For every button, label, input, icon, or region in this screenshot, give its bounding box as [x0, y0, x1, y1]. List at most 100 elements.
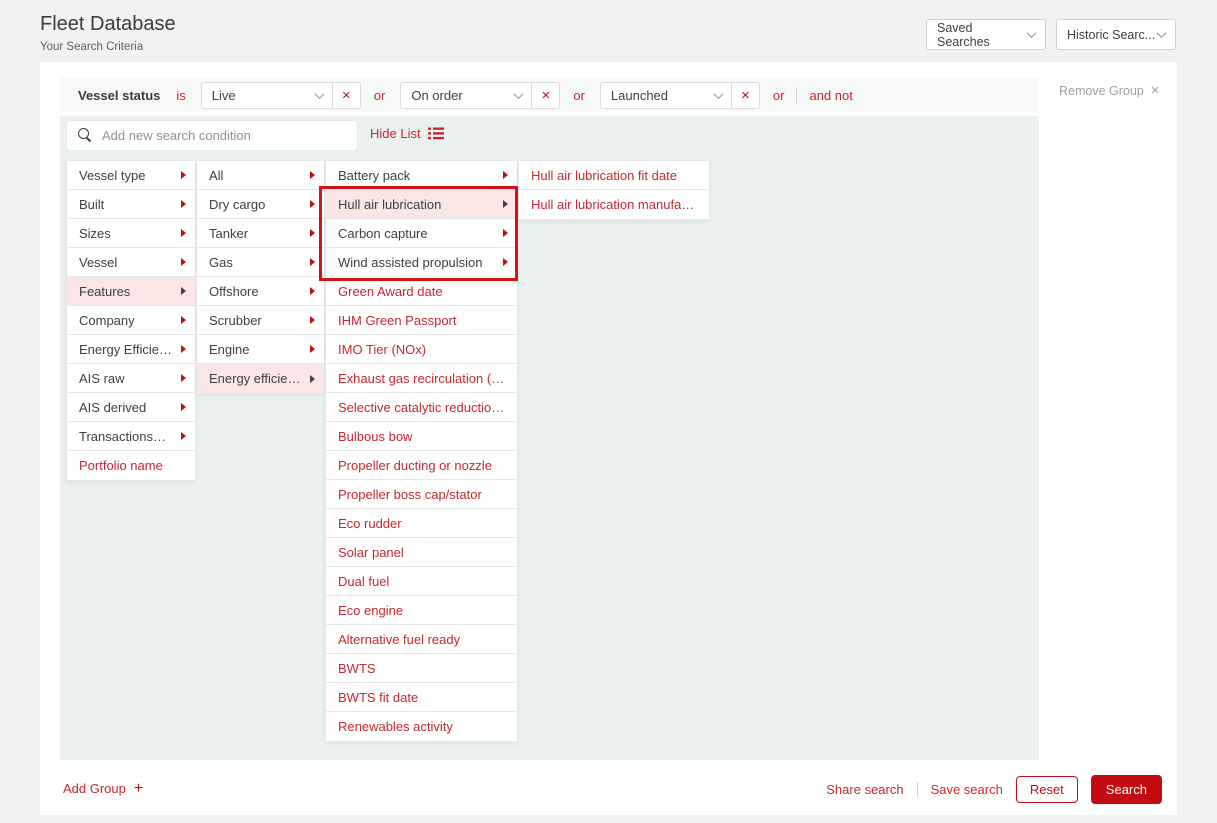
menu-item-company[interactable]: Company: [67, 306, 195, 335]
menu-item-label: Hull air lubrication: [338, 197, 441, 212]
share-search-link[interactable]: Share search: [826, 782, 903, 797]
menu-item-hull-air-lubrication-manufacturer[interactable]: Hull air lubrication manufacturer: [519, 190, 709, 219]
submenu-arrow-icon: [310, 316, 315, 324]
submenu-arrow-icon: [310, 258, 315, 266]
submenu-arrow-icon: [181, 287, 186, 295]
menu-item-vessel-type[interactable]: Vessel type: [67, 161, 195, 190]
submenu-arrow-icon: [310, 171, 315, 179]
value-select-1[interactable]: Live ×: [201, 82, 361, 109]
menu-item-label: Features: [79, 284, 130, 299]
menu-item-energy-efficiency[interactable]: Energy efficiency: [197, 364, 324, 393]
menu-item-solar-panel[interactable]: Solar panel: [326, 538, 517, 567]
menu-item-ais-derived[interactable]: AIS derived: [67, 393, 195, 422]
remove-value-3-button[interactable]: ×: [732, 83, 759, 108]
submenu-arrow-icon: [181, 345, 186, 353]
menu-item-selective-catalytic-reduction-scr[interactable]: Selective catalytic reduction (SCR): [326, 393, 517, 422]
historic-searches-dropdown[interactable]: Historic Searc...: [1056, 19, 1176, 50]
add-group-button[interactable]: Add Group +: [63, 781, 143, 796]
submenu-arrow-icon: [181, 229, 186, 237]
search-icon: [78, 128, 93, 143]
submenu-arrow-icon: [181, 374, 186, 382]
search-button[interactable]: Search: [1091, 775, 1162, 804]
menu-item-label: Eco engine: [338, 603, 403, 618]
submenu-arrow-icon: [181, 171, 186, 179]
value-select-3[interactable]: Launched ×: [600, 82, 760, 109]
menu-item-engine[interactable]: Engine: [197, 335, 324, 364]
menu-item-bwts-fit-date[interactable]: BWTS fit date: [326, 683, 517, 712]
chevron-down-icon: [314, 89, 324, 99]
menu-item-bulbous-bow[interactable]: Bulbous bow: [326, 422, 517, 451]
criteria-operator[interactable]: is: [176, 88, 185, 103]
remove-group-button[interactable]: Remove Group ×: [1059, 84, 1160, 98]
menu-item-tanker[interactable]: Tanker: [197, 219, 324, 248]
divider: [917, 782, 918, 797]
menu-item-dry-cargo[interactable]: Dry cargo: [197, 190, 324, 219]
menu-item-features[interactable]: Features: [67, 277, 195, 306]
menu-item-eco-engine[interactable]: Eco engine: [326, 596, 517, 625]
menu-item-carbon-capture[interactable]: Carbon capture: [326, 219, 517, 248]
and-not-link[interactable]: and not: [809, 88, 852, 103]
search-condition-box: [66, 120, 358, 151]
menu-item-transactions[interactable]: TransactionsNew: [67, 422, 195, 451]
value-select-2-value: On order: [401, 88, 515, 103]
plus-icon: +: [134, 782, 143, 795]
menu-item-portfolio-name[interactable]: Portfolio name: [67, 451, 195, 480]
menu-item-exhaust-gas-recirculation-egr[interactable]: Exhaust gas recirculation (EGR): [326, 364, 517, 393]
or-label: or: [573, 88, 585, 103]
menu-item-label: Scrubber: [209, 313, 262, 328]
menu-item-alternative-fuel-ready[interactable]: Alternative fuel ready: [326, 625, 517, 654]
hide-list-button[interactable]: Hide List: [370, 126, 444, 141]
submenu-arrow-icon: [181, 200, 186, 208]
value-select-1-value: Live: [202, 88, 316, 103]
value-select-2[interactable]: On order ×: [400, 82, 560, 109]
menu-item-label: All: [209, 168, 223, 183]
menu-item-propeller-ducting-or-nozzle[interactable]: Propeller ducting or nozzle: [326, 451, 517, 480]
submenu-arrow-icon: [310, 345, 315, 353]
menu-item-battery-pack[interactable]: Battery pack: [326, 161, 517, 190]
menu-item-green-award-date[interactable]: Green Award date: [326, 277, 517, 306]
menu-item-label: Battery pack: [338, 168, 410, 183]
menu-item-scrubber[interactable]: Scrubber: [197, 306, 324, 335]
remove-value-1-button[interactable]: ×: [333, 83, 360, 108]
saved-searches-dropdown[interactable]: Saved Searches: [926, 19, 1046, 50]
menu-item-offshore[interactable]: Offshore: [197, 277, 324, 306]
submenu-arrow-icon: [503, 258, 508, 266]
historic-searches-label: Historic Searc...: [1067, 28, 1155, 42]
menu-item-label: Exhaust gas recirculation (EGR): [338, 371, 508, 386]
menu-item-label: Propeller boss cap/stator: [338, 487, 482, 502]
or-label: or: [374, 88, 386, 103]
submenu-arrow-icon: [503, 200, 508, 208]
menu-item-eco-rudder[interactable]: Eco rudder: [326, 509, 517, 538]
menu-item-ihm-green-passport[interactable]: IHM Green Passport: [326, 306, 517, 335]
divider: [796, 87, 797, 103]
menu-item-gas[interactable]: Gas: [197, 248, 324, 277]
save-search-link[interactable]: Save search: [931, 782, 1003, 797]
remove-group-label: Remove Group: [1059, 84, 1144, 98]
menu-item-dual-fuel[interactable]: Dual fuel: [326, 567, 517, 596]
menu-item-all[interactable]: All: [197, 161, 324, 190]
menu-item-label: IHM Green Passport: [338, 313, 457, 328]
menu-item-bwts[interactable]: BWTS: [326, 654, 517, 683]
menu-item-hull-air-lubrication[interactable]: Hull air lubrication: [326, 190, 517, 219]
menu-item-label: Propeller ducting or nozzle: [338, 458, 492, 473]
list-icon: [428, 127, 444, 140]
menu-item-propeller-boss-cap-stator[interactable]: Propeller boss cap/stator: [326, 480, 517, 509]
menu-item-energy-efficiency[interactable]: Energy Efficiency: [67, 335, 195, 364]
reset-button[interactable]: Reset: [1016, 776, 1078, 803]
criteria-row: Vessel status is Live × or On order × or…: [60, 78, 1039, 112]
menu-item-sizes[interactable]: Sizes: [67, 219, 195, 248]
menu-item-imo-tier-nox[interactable]: IMO Tier (NOx): [326, 335, 517, 364]
menu-item-label: Company: [79, 313, 135, 328]
menu-item-built[interactable]: Built: [67, 190, 195, 219]
submenu-arrow-icon: [503, 171, 508, 179]
search-input[interactable]: [102, 128, 357, 143]
submenu-arrow-icon: [181, 258, 186, 266]
menu-item-wind-assisted-propulsion[interactable]: Wind assisted propulsion: [326, 248, 517, 277]
remove-value-2-button[interactable]: ×: [532, 83, 559, 108]
menu-column-level-1: Vessel typeBuiltSizesVessel Features Compa…: [66, 160, 196, 481]
menu-item-vessel[interactable]: Vessel: [67, 248, 195, 277]
menu-item-renewables-activity[interactable]: Renewables activity: [326, 712, 517, 741]
menu-item-ais-raw[interactable]: AIS raw: [67, 364, 195, 393]
chevron-down-icon: [1027, 28, 1037, 38]
menu-item-hull-air-lubrication-fit-date[interactable]: Hull air lubrication fit date: [519, 161, 709, 190]
